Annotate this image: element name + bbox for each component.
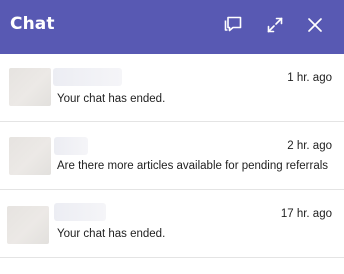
close-button[interactable] (302, 12, 328, 38)
timestamp: 17 hr. ago (280, 208, 332, 220)
expand-icon (265, 15, 285, 35)
conversations-button[interactable] (221, 12, 247, 38)
avatar (9, 68, 51, 106)
last-message: Are there more articles available for pe… (57, 160, 329, 172)
contact-name-redacted (54, 203, 106, 221)
avatar (9, 137, 51, 175)
expand-button[interactable] (262, 12, 288, 38)
avatar (7, 206, 49, 244)
last-message: Your chat has ended. (57, 228, 166, 240)
chat-header: Chat (0, 0, 344, 54)
timestamp: 2 hr. ago (287, 140, 332, 152)
close-icon (305, 15, 325, 35)
conversation-item[interactable]: 1 hr. ago Your chat has ended. (0, 54, 344, 122)
conversation-item[interactable]: 2 hr. ago Are there more articles availa… (0, 122, 344, 190)
chat-bubbles-icon (223, 14, 245, 36)
last-message: Your chat has ended. (57, 93, 166, 105)
timestamp: 1 hr. ago (287, 72, 332, 84)
conversation-item[interactable]: 17 hr. ago Your chat has ended. (0, 190, 344, 258)
chat-title: Chat (10, 14, 55, 34)
contact-name-redacted (54, 137, 88, 155)
contact-name-redacted (53, 68, 122, 86)
